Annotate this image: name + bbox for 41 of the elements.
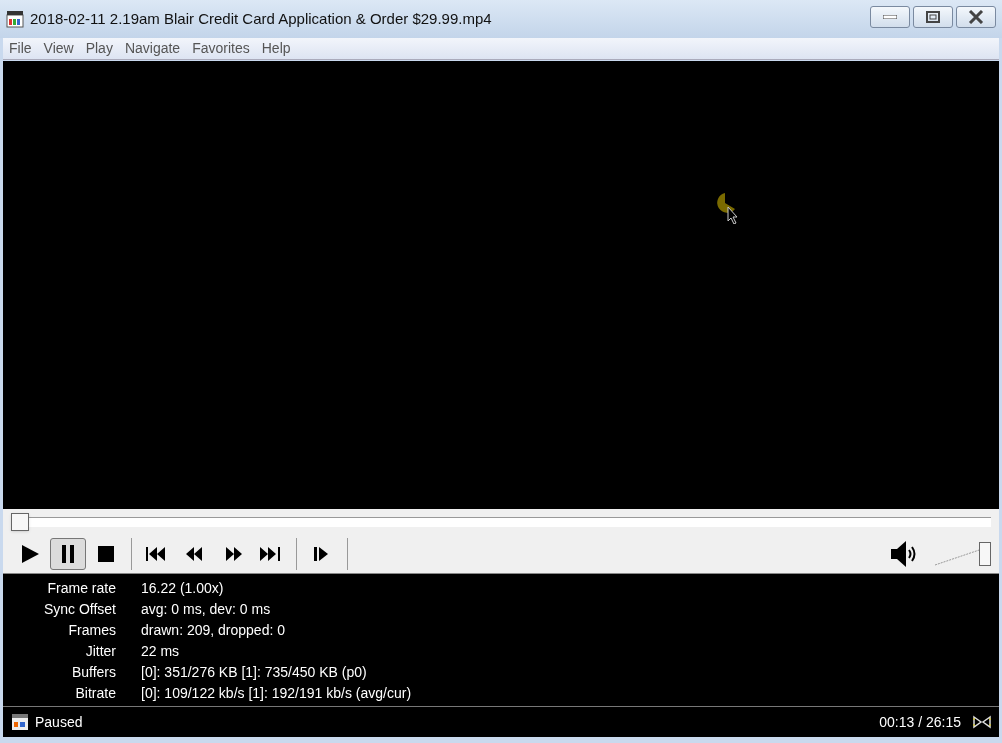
minimize-icon bbox=[883, 15, 897, 19]
stop-icon bbox=[98, 545, 114, 562]
play-icon bbox=[20, 543, 40, 564]
menu-item[interactable]: View bbox=[37, 38, 80, 59]
menu-item[interactable]: Play bbox=[79, 38, 119, 59]
volume-thumb[interactable] bbox=[979, 541, 991, 566]
menu-item[interactable]: Favorites bbox=[186, 38, 256, 59]
stat-label: Sync Offset bbox=[42, 600, 116, 619]
stat-label: Frames bbox=[67, 621, 116, 640]
stat-label: Buffers bbox=[70, 663, 116, 682]
close-icon bbox=[968, 10, 984, 24]
fast-forward-icon bbox=[224, 546, 242, 561]
stat-value: drawn: 209, dropped: 0 bbox=[141, 621, 285, 640]
maximize-icon bbox=[926, 11, 940, 23]
frame-step-icon bbox=[314, 546, 330, 561]
seek-thumb[interactable] bbox=[11, 512, 29, 531]
skip-forward-icon bbox=[260, 546, 282, 561]
time-display: 00:13 / 26:15 bbox=[879, 712, 961, 732]
pause-button[interactable] bbox=[50, 537, 86, 570]
menu-item[interactable]: Help bbox=[255, 38, 297, 59]
app-icon bbox=[6, 10, 24, 28]
skip-back-icon bbox=[146, 546, 168, 561]
stat-label: Frame rate bbox=[46, 579, 116, 598]
volume-slider[interactable] bbox=[935, 541, 991, 566]
connection-icon bbox=[973, 715, 991, 729]
stat-value: 22 ms bbox=[141, 642, 180, 661]
status-text: Paused bbox=[35, 712, 83, 732]
menu-item[interactable]: Navigate bbox=[118, 38, 187, 59]
window-title: 2018-02-11 2.19am Blair Credit Card Application & Order $29.99.mp4 bbox=[30, 8, 492, 29]
stat-value: 16.22 (1.00x) bbox=[141, 579, 224, 598]
stat-value: avg: 0 ms, dev: 0 ms bbox=[141, 600, 271, 619]
stat-value: [0]: 109/122 kb/s [1]: 192/191 kb/s (avg/cur) bbox=[141, 684, 412, 703]
stat-value: [0]: 351/276 KB [1]: 735/450 KB (p0) bbox=[141, 663, 367, 682]
pause-icon bbox=[61, 544, 75, 563]
stat-label: Bitrate bbox=[74, 684, 116, 703]
close-button[interactable] bbox=[956, 6, 996, 28]
maximize-button[interactable] bbox=[913, 6, 953, 28]
file-type-icon bbox=[11, 713, 29, 731]
stat-label: Jitter bbox=[84, 642, 116, 661]
menu-item[interactable]: File bbox=[3, 38, 38, 59]
rewind-icon bbox=[186, 546, 204, 561]
